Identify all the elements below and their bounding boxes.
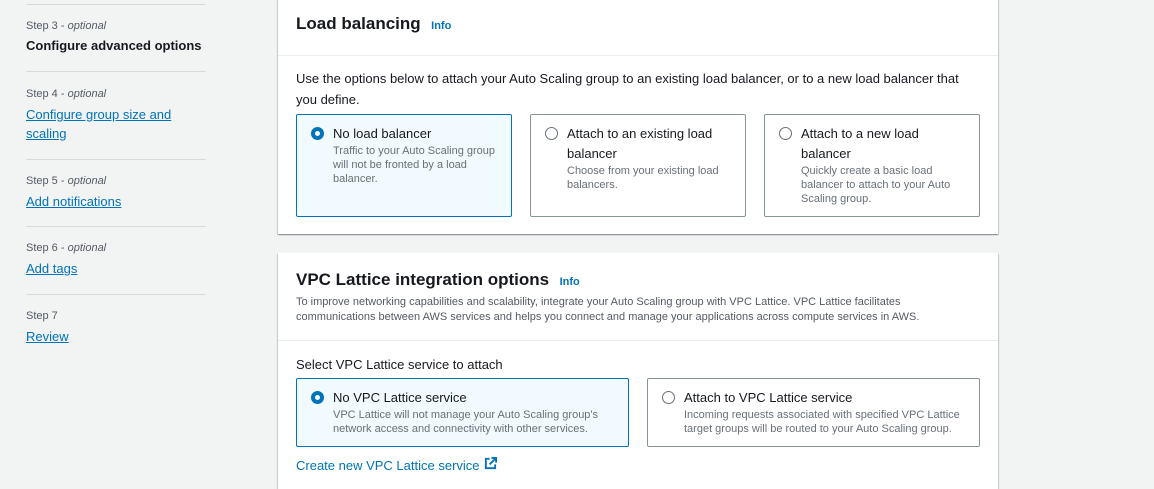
load-balancing-info-link[interactable]: Info xyxy=(431,20,451,32)
step-4-number: Step 4 xyxy=(26,88,58,100)
step-3-number: Step 3 xyxy=(26,20,58,32)
step-5-number: Step 5 xyxy=(26,175,58,187)
step-6-link[interactable]: Add tags xyxy=(26,259,206,278)
radio-selected-icon[interactable] xyxy=(311,127,324,140)
step-divider xyxy=(26,226,206,227)
radio-unselected-icon[interactable] xyxy=(779,127,792,140)
option-new-load-balancer[interactable]: Attach to a new load balancer Quickly cr… xyxy=(764,114,980,217)
step-4-label: Step 4 - optional xyxy=(26,87,206,101)
vpc-lattice-options: No VPC Lattice service VPC Lattice will … xyxy=(296,378,980,447)
option-attach-vpc-lattice[interactable]: Attach to VPC Lattice service Incoming r… xyxy=(647,378,980,447)
vpc-lattice-body: Select VPC Lattice service to attach No … xyxy=(278,341,998,489)
option-existing-load-balancer[interactable]: Attach to an existing load balancer Choo… xyxy=(530,114,746,217)
option-description: Traffic to your Auto Scaling group will … xyxy=(333,145,496,185)
option-text: Attach to VPC Lattice service Incoming r… xyxy=(684,388,965,436)
option-text: No VPC Lattice service VPC Lattice will … xyxy=(333,388,614,436)
step-3-label: Step 3 - optional xyxy=(26,19,206,33)
step-6-separator: - xyxy=(57,242,68,254)
load-balancing-title: Load balancing xyxy=(296,14,421,33)
load-balancing-header: Load balancing Info xyxy=(278,0,998,55)
step-4-separator: - xyxy=(57,88,68,100)
option-text: Attach to an existing load balancer Choo… xyxy=(567,124,731,192)
step-divider xyxy=(26,159,206,160)
step-divider xyxy=(26,4,206,5)
create-link-label: Create new VPC Lattice service xyxy=(296,457,480,473)
step-divider xyxy=(26,71,206,72)
option-title: Attach to an existing load balancer xyxy=(567,126,713,161)
option-text: Attach to a new load balancer Quickly cr… xyxy=(801,124,965,206)
load-balancing-description: Use the options below to attach your Aut… xyxy=(296,71,959,107)
vpc-lattice-description: To improve networking capabilities and s… xyxy=(296,296,920,323)
radio-unselected-icon[interactable] xyxy=(662,391,675,404)
step-7-label: Step 7 xyxy=(26,310,58,322)
load-balancing-body: Use the options below to attach your Aut… xyxy=(278,56,998,235)
vpc-lattice-select-label: Select VPC Lattice service to attach xyxy=(296,357,503,372)
load-balancing-panel: Load balancing Info Use the options belo… xyxy=(278,0,998,234)
step-3-optional: optional xyxy=(67,20,107,32)
step-divider xyxy=(26,294,206,295)
step-3-title-current: Configure advanced options xyxy=(26,38,202,53)
step-7-link[interactable]: Review xyxy=(26,327,206,346)
radio-selected-icon[interactable] xyxy=(311,391,324,404)
vpc-lattice-header: VPC Lattice integration options Info To … xyxy=(278,253,998,340)
step-5: Step 5 - optional Add notifications xyxy=(26,174,206,211)
option-description: Incoming requests associated with specif… xyxy=(684,409,960,435)
step-6-optional: optional xyxy=(67,242,107,254)
radio-unselected-icon[interactable] xyxy=(545,127,558,140)
step-6: Step 6 - optional Add tags xyxy=(26,241,206,278)
external-link-icon xyxy=(484,457,497,473)
step-5-optional: optional xyxy=(67,175,107,187)
step-3-separator: - xyxy=(57,20,68,32)
step-5-separator: - xyxy=(57,175,68,187)
load-balancer-options: No load balancer Traffic to your Auto Sc… xyxy=(296,114,980,217)
option-description: Choose from your existing load balancers… xyxy=(567,165,719,191)
vpc-lattice-info-link[interactable]: Info xyxy=(560,276,580,288)
vpc-lattice-panel: VPC Lattice integration options Info To … xyxy=(278,253,998,489)
option-title: Attach to VPC Lattice service xyxy=(684,390,853,405)
step-6-number: Step 6 xyxy=(26,242,58,254)
step-6-label: Step 6 - optional xyxy=(26,241,206,255)
step-7: Step 7 Review xyxy=(26,309,206,346)
option-title: No load balancer xyxy=(333,126,432,141)
step-4: Step 4 - optional Configure group size a… xyxy=(26,87,206,143)
option-description: VPC Lattice will not manage your Auto Sc… xyxy=(333,409,599,435)
step-4-optional: optional xyxy=(67,88,107,100)
option-title: Attach to a new load balancer xyxy=(801,126,919,161)
option-text: No load balancer Traffic to your Auto Sc… xyxy=(333,124,497,186)
option-no-load-balancer[interactable]: No load balancer Traffic to your Auto Sc… xyxy=(296,114,512,217)
step-5-link[interactable]: Add notifications xyxy=(26,192,206,211)
step-3: Step 3 - optional Configure advanced opt… xyxy=(26,19,206,55)
vpc-lattice-title: VPC Lattice integration options xyxy=(296,270,550,289)
option-title: No VPC Lattice service xyxy=(333,390,467,405)
step-4-link[interactable]: Configure group size and scaling xyxy=(26,105,186,143)
option-no-vpc-lattice[interactable]: No VPC Lattice service VPC Lattice will … xyxy=(296,378,629,447)
option-description: Quickly create a basic load balancer to … xyxy=(801,165,951,205)
step-5-label: Step 5 - optional xyxy=(26,174,206,188)
create-vpc-lattice-service-link[interactable]: Create new VPC Lattice service xyxy=(296,457,497,473)
